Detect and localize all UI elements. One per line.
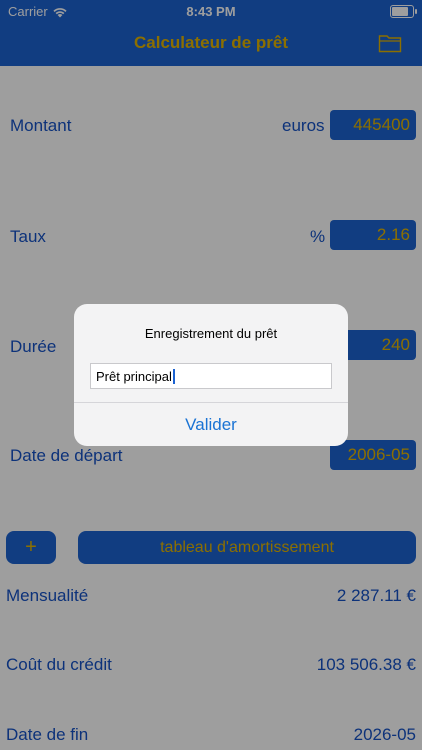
dialog-title: Enregistrement du prêt	[144, 326, 278, 341]
loan-name-input[interactable]: Prêt principal	[90, 363, 332, 389]
text-caret	[172, 368, 175, 384]
loan-name-value: Prêt principal	[96, 368, 172, 384]
save-loan-dialog: Enregistrement du prêt Prêt principal Va…	[74, 304, 348, 446]
validate-button[interactable]: Valider	[74, 403, 348, 446]
